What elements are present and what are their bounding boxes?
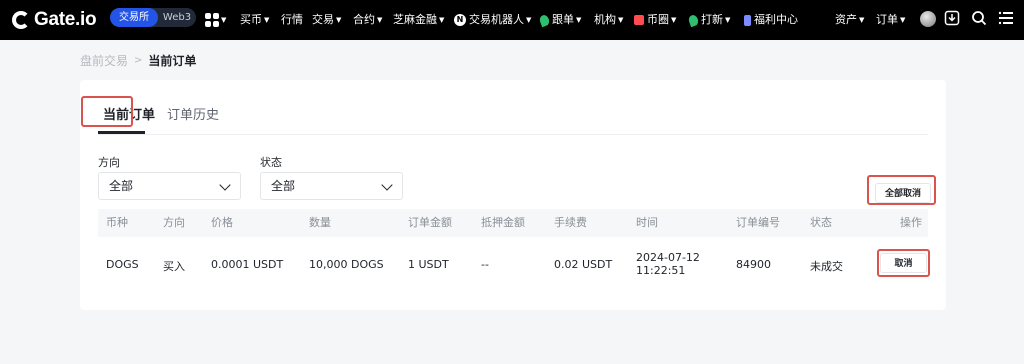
cell-order-value: 1 USDT	[408, 258, 449, 271]
cell-order-id: 84900	[736, 258, 771, 271]
nav-assets[interactable]: 资产 ▼	[835, 0, 864, 40]
status-select-value: 全部	[271, 179, 296, 193]
breadcrumb-pre-market[interactable]: 盘前交易	[80, 52, 128, 69]
search-icon[interactable]	[971, 10, 987, 26]
apps-grid-icon	[205, 13, 219, 27]
chevron-down-icon: ▼	[859, 16, 865, 24]
cancel-all-button[interactable]: 全部取消	[875, 183, 931, 203]
gift-icon	[744, 14, 751, 26]
col-action: 操作	[900, 216, 922, 229]
nav-copy-trading[interactable]: 跟单 ▼	[538, 0, 582, 40]
chart-icon	[634, 15, 644, 25]
orders-card: 当前订单 订单历史 方向 全部 状态 全部 全部取消 币种 方向 价格 数量 订…	[80, 80, 946, 310]
mode-exchange[interactable]: 交易所	[110, 8, 158, 27]
col-time: 时间	[636, 216, 658, 229]
nav-sesame-label: 芝麻金融	[393, 13, 437, 26]
nav-assets-label: 资产	[835, 13, 857, 26]
cell-amount: 10,000 DOGS	[309, 258, 384, 271]
download-icon[interactable]	[944, 10, 960, 26]
col-status: 状态	[810, 216, 832, 229]
nav-trading-bots[interactable]: N 交易机器人 ▼	[454, 0, 531, 40]
col-order-id: 订单编号	[736, 216, 780, 229]
chevron-down-icon: ▼	[221, 16, 227, 24]
exchange-web3-switch[interactable]: 交易所 Web3	[110, 8, 196, 27]
bot-n-icon: N	[454, 14, 466, 26]
nav-futures-label: 合约	[353, 13, 375, 26]
breadcrumb: 盘前交易 > 当前订单	[80, 52, 196, 69]
nav-orders-label: 订单	[876, 13, 898, 26]
tab-active-indicator	[98, 131, 145, 134]
chevron-down-icon: ▼	[336, 16, 342, 24]
nav-bots-label: 交易机器人	[469, 13, 524, 26]
nav-institutional[interactable]: 机构 ▼	[594, 0, 623, 40]
cell-status: 未成交	[810, 260, 843, 273]
cell-date: 2024-07-12	[636, 251, 700, 264]
chevron-down-icon: ▼	[526, 16, 532, 24]
nav-markets-label: 行情	[281, 13, 303, 26]
mode-web3[interactable]: Web3	[158, 8, 196, 27]
col-fee: 手续费	[554, 216, 587, 229]
col-coin: 币种	[106, 216, 128, 229]
nav-coin-circle-label: 币圈	[647, 13, 669, 26]
nav-markets[interactable]: 行情	[281, 0, 303, 40]
col-price: 价格	[211, 216, 233, 229]
col-amount: 数量	[309, 216, 331, 229]
nav-welfare-label: 福利中心	[754, 13, 798, 26]
chevron-down-icon: ▼	[377, 16, 383, 24]
leaf-icon	[538, 13, 551, 27]
status-select[interactable]: 全部	[260, 172, 403, 200]
top-navigation-bar: Gate.io 交易所 Web3 ▼ 买币 ▼ 行情 交易 ▼ 合约 ▼ 芝麻金…	[0, 0, 1024, 40]
nav-trade-label: 交易	[312, 13, 334, 26]
chevron-down-icon: ▼	[725, 16, 731, 24]
cell-time: 11:22:51	[636, 264, 686, 277]
col-side: 方向	[163, 216, 185, 229]
apps-menu[interactable]: ▼	[205, 0, 226, 40]
chevron-down-icon: ▼	[900, 16, 906, 24]
nav-futures[interactable]: 合约 ▼	[353, 0, 382, 40]
nav-institutional-label: 机构	[594, 13, 616, 26]
direction-select-value: 全部	[109, 179, 134, 193]
cell-fee: 0.02 USDT	[554, 258, 613, 271]
order-tabs: 当前订单 订单历史	[98, 80, 928, 135]
leaf-icon	[687, 13, 700, 27]
cancel-order-button[interactable]: 取消	[880, 253, 927, 273]
col-order-value: 订单金额	[408, 216, 452, 229]
chevron-down-icon: ▼	[671, 16, 677, 24]
avatar[interactable]	[920, 11, 936, 27]
cell-price: 0.0001 USDT	[211, 258, 284, 271]
chevron-down-icon: ▼	[264, 16, 270, 24]
col-collateral: 抵押金额	[481, 216, 525, 229]
logo-text: Gate.io	[34, 9, 97, 30]
cell-collateral: --	[481, 258, 489, 271]
nav-launch-label: 打新	[701, 13, 723, 26]
chevron-down-icon	[219, 179, 231, 191]
nav-copy-label: 跟单	[552, 13, 574, 26]
breadcrumb-current: 当前订单	[148, 54, 197, 68]
chevron-right-icon: >	[134, 55, 143, 66]
direction-select[interactable]: 全部	[98, 172, 241, 200]
menu-icon[interactable]	[998, 10, 1014, 26]
cell-coin: DOGS	[106, 258, 139, 271]
nav-coin-circle[interactable]: 币圈 ▼	[634, 0, 676, 40]
chevron-down-icon: ▼	[618, 16, 624, 24]
nav-orders[interactable]: 订单 ▼	[876, 0, 905, 40]
chevron-down-icon: ▼	[439, 16, 445, 24]
gate-logo[interactable]: Gate.io	[12, 9, 97, 31]
nav-launchpad[interactable]: 打新 ▼	[687, 0, 731, 40]
gate-logo-icon	[12, 11, 30, 29]
direction-filter-label: 方向	[98, 156, 120, 169]
table-header: 币种 方向 价格 数量 订单金额 抵押金额 手续费 时间 订单编号 状态 操作	[98, 209, 928, 237]
nav-buy-label: 买币	[240, 13, 262, 26]
nav-welfare-center[interactable]: 福利中心	[744, 0, 798, 40]
tab-current-orders[interactable]: 当前订单	[98, 104, 160, 123]
nav-sesame-finance[interactable]: 芝麻金融 ▼	[393, 0, 444, 40]
nav-buy[interactable]: 买币 ▼	[240, 0, 269, 40]
tab-order-history[interactable]: 订单历史	[167, 104, 219, 123]
chevron-down-icon	[381, 179, 393, 191]
nav-trade[interactable]: 交易 ▼	[312, 0, 341, 40]
status-filter-label: 状态	[260, 156, 282, 169]
cell-side: 买入	[163, 260, 185, 273]
chevron-down-icon: ▼	[576, 16, 582, 24]
